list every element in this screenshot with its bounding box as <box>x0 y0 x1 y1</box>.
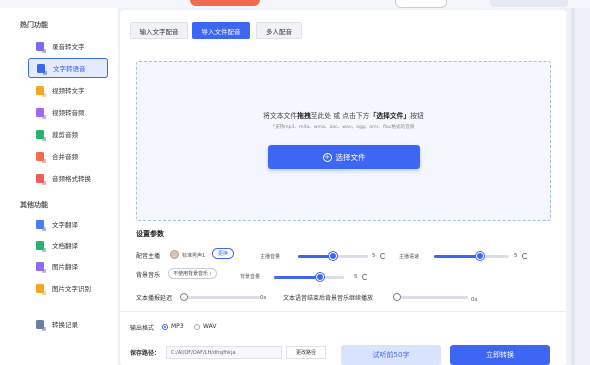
radio-mp3[interactable] <box>162 324 168 330</box>
plus-icon: + <box>322 152 332 162</box>
dropzone-hint: *支持mp3、m4a、wma、aac、wav、ogg、amr、flac格式的音频 <box>272 125 415 130</box>
slider-knob[interactable] <box>180 293 188 301</box>
continue-slider[interactable] <box>393 293 468 301</box>
params-title: 设置参数 <box>136 230 164 238</box>
text-translate-icon <box>36 219 46 231</box>
audio-format-icon <box>36 173 46 185</box>
sidebar-item-label: 图片翻译 <box>52 263 78 271</box>
section-title-hot: 热门功能 <box>20 21 48 29</box>
reset-icon[interactable] <box>362 274 368 280</box>
sidebar-item-label: 转换记录 <box>52 321 78 329</box>
save-path-label: 保存路径： <box>130 350 161 357</box>
bgm-volume-label: 背景音量 <box>240 274 261 280</box>
sidebar-item-label: 音频格式转换 <box>52 175 91 183</box>
scrollbar[interactable] <box>571 8 575 365</box>
delay-label: 文本播报延迟 <box>136 295 173 302</box>
slider-knob[interactable] <box>329 252 337 260</box>
video-to-text-icon <box>36 85 46 97</box>
select-file-button[interactable]: + 选择文件 <box>268 145 420 169</box>
sidebar-item-label: 图片文字识别 <box>52 285 91 293</box>
merge-audio-icon <box>36 151 46 163</box>
sidebar-item-label: 文字转语音 <box>53 65 86 73</box>
anchor-label: 配音主播 <box>136 253 161 260</box>
anchor-volume-value: 5 <box>372 253 376 259</box>
sidebar-item-label: 视频转文字 <box>52 87 85 95</box>
slider-knob[interactable] <box>476 252 484 260</box>
bgm-volume-value: 5 <box>354 274 358 280</box>
save-path-field[interactable]: C:/Al/OF/OAF/LH/dhsjfhkja <box>166 346 282 359</box>
sidebar-item-audio-to-text[interactable]: 录音转文字 <box>28 36 108 56</box>
anchor-volume-slider[interactable] <box>298 252 368 260</box>
image-translate-icon <box>36 261 46 273</box>
sidebar-item-label: 文档翻译 <box>52 242 78 250</box>
delay-value: 0s <box>260 295 267 301</box>
format-label: 输出格式 <box>130 325 155 332</box>
change-path-button[interactable]: 更改路径 <box>286 346 326 359</box>
anchor-speed-value: 5 <box>514 253 518 259</box>
sidebar: 热门功能 录音转文字 文字转语音 视频转文字 视频转音频 裁剪音频 合并音频 音… <box>0 8 118 365</box>
anchor-speed-slider[interactable] <box>434 252 509 260</box>
change-anchor-button[interactable]: 更换 <box>212 248 235 259</box>
divider <box>120 311 566 312</box>
section-title-other: 其他功能 <box>20 201 48 209</box>
sidebar-item-label: 录音转文字 <box>52 43 85 51</box>
history-icon <box>36 319 46 331</box>
text-to-speech-icon <box>37 63 47 75</box>
video-to-audio-icon <box>36 107 46 119</box>
sidebar-item-video-to-audio[interactable]: 视频转音频 <box>28 102 108 122</box>
continue-value: 0s <box>471 297 478 303</box>
file-dropzone[interactable]: 将文本文件拖拽至此处 或 点击下方「选择文件」按钮 *支持mp3、m4a、wma… <box>136 61 551 221</box>
anchor-name: 标准男声1 <box>182 253 206 259</box>
wav-label: WAV <box>203 323 217 330</box>
anchor-volume-label: 主播音量 <box>260 254 281 260</box>
sidebar-item-video-to-text[interactable]: 视频转文字 <box>28 80 108 100</box>
main-panel: 输入文字配音 导入文件配音 多人配音 将文本文件拖拽至此处 或 点击下方「选择文… <box>120 10 566 365</box>
audio-to-text-icon <box>36 41 46 53</box>
anchor-speed-label: 主播语速 <box>399 254 420 260</box>
top-pill-button[interactable] <box>395 0 447 8</box>
tab-multi-voice[interactable]: 多人配音 <box>256 22 302 39</box>
top-accent <box>190 0 260 6</box>
doc-translate-icon <box>36 240 46 252</box>
window-controls[interactable] <box>490 0 568 7</box>
sidebar-item-history[interactable]: 转换记录 <box>28 314 108 334</box>
bgm-volume-slider[interactable] <box>274 273 344 281</box>
sidebar-item-merge-audio[interactable]: 合并音频 <box>28 146 108 166</box>
sidebar-item-label: 合并音频 <box>52 153 78 161</box>
sidebar-item-text-to-speech[interactable]: 文字转语音 <box>28 58 108 78</box>
sidebar-item-text-translate[interactable]: 文字翻译 <box>28 214 108 234</box>
sidebar-item-ocr[interactable]: 图片文字识别 <box>28 278 108 298</box>
tab-import-file[interactable]: 导入文件配音 <box>192 22 250 39</box>
convert-button[interactable]: 立即转换 <box>450 345 550 365</box>
slider-knob[interactable] <box>316 273 324 281</box>
sidebar-item-label: 裁剪音频 <box>52 131 78 139</box>
anchor-avatar <box>170 250 179 259</box>
sidebar-item-image-translate[interactable]: 图片翻译 <box>28 256 108 276</box>
reset-icon[interactable] <box>380 253 386 259</box>
sidebar-item-label: 文字翻译 <box>52 221 78 229</box>
bgm-select[interactable]: 不使用背景音乐 › <box>168 268 217 279</box>
slider-knob[interactable] <box>393 293 401 301</box>
preview-button[interactable]: 试听前50字 <box>341 345 441 365</box>
sidebar-item-cut-audio[interactable]: 裁剪音频 <box>28 124 108 144</box>
mp3-label: MP3 <box>171 323 184 330</box>
sidebar-item-doc-translate[interactable]: 文档翻译 <box>28 235 108 255</box>
delay-slider[interactable] <box>180 293 260 301</box>
tab-input-text[interactable]: 输入文字配音 <box>130 22 188 39</box>
continue-label: 文本语音结束后背景音乐继续播放 <box>283 295 374 302</box>
sidebar-item-label: 视频转音频 <box>52 109 85 117</box>
radio-wav[interactable] <box>194 324 200 330</box>
cut-audio-icon <box>36 129 46 141</box>
sidebar-item-audio-format[interactable]: 音频格式转换 <box>28 168 108 188</box>
bgm-label: 背景音乐 <box>136 272 161 279</box>
ocr-icon <box>36 283 46 295</box>
reset-icon[interactable] <box>522 253 528 259</box>
dropzone-instruction: 将文本文件拖拽至此处 或 点击下方「选择文件」按钮 <box>263 112 424 120</box>
